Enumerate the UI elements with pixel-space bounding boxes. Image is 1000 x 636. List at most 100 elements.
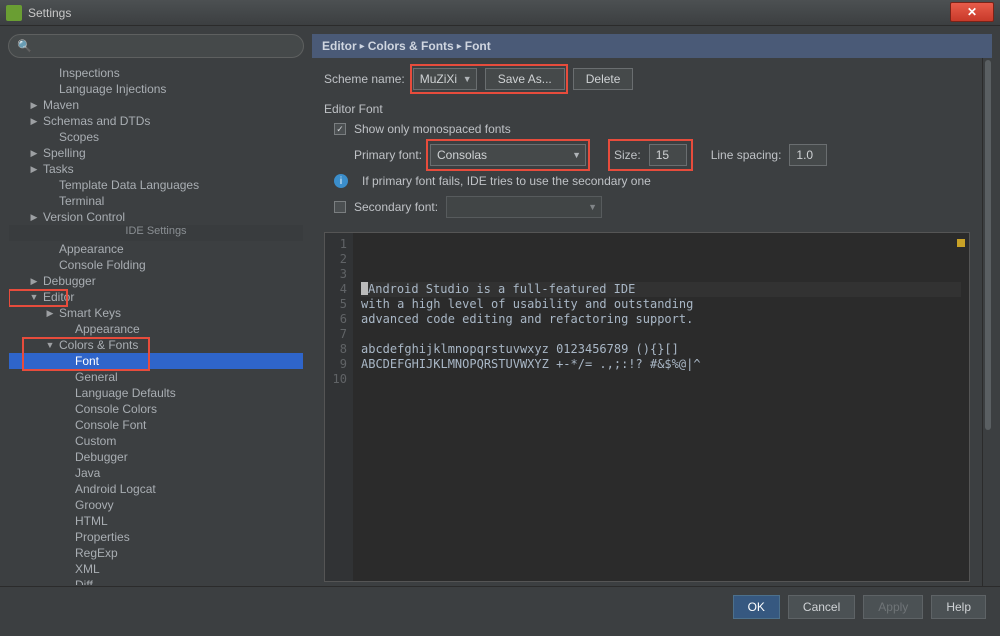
- help-button[interactable]: Help: [931, 595, 986, 619]
- tree-item-maven[interactable]: Maven: [9, 97, 303, 113]
- tree-item-debugger[interactable]: Debugger: [9, 273, 303, 289]
- tree-item-xml[interactable]: XML: [9, 561, 303, 577]
- scheme-row: Scheme name: MuZiXi ▼ Save As... Delete: [324, 68, 970, 90]
- chevron-down-icon: ▼: [588, 202, 597, 212]
- tree-arrow-icon[interactable]: [27, 273, 41, 289]
- cancel-button[interactable]: Cancel: [788, 595, 855, 619]
- scheme-name-value: MuZiXi: [420, 72, 457, 86]
- tree-item-language-injections[interactable]: Language Injections: [9, 81, 303, 97]
- tree-item-appearance[interactable]: Appearance: [9, 321, 303, 337]
- title-bar: Settings ✕: [0, 0, 1000, 26]
- tree-item-label: Tasks: [41, 161, 74, 177]
- secondary-checkbox[interactable]: ✓: [334, 201, 346, 213]
- tree-item-console-font[interactable]: Console Font: [9, 417, 303, 433]
- tree-item-label: Editor: [41, 289, 74, 305]
- size-label: Size:: [614, 148, 641, 162]
- secondary-row: ✓ Secondary font: ▼: [334, 196, 970, 218]
- tree-item-language-defaults[interactable]: Language Defaults: [9, 385, 303, 401]
- scheme-name-label: Scheme name:: [324, 72, 405, 86]
- app-icon: [6, 5, 22, 21]
- tree-item-diff[interactable]: Diff: [9, 577, 303, 585]
- chevron-right-icon: ▸: [360, 41, 365, 52]
- ok-button[interactable]: OK: [733, 595, 780, 619]
- apply-button[interactable]: Apply: [863, 595, 923, 619]
- tree-item-appearance[interactable]: Appearance: [9, 241, 303, 257]
- scheme-name-select[interactable]: MuZiXi ▼: [413, 68, 477, 90]
- size-input[interactable]: 15: [649, 144, 687, 166]
- window-title: Settings: [28, 6, 71, 20]
- tree-item-terminal[interactable]: Terminal: [9, 193, 303, 209]
- line-spacing-input[interactable]: 1.0: [789, 144, 827, 166]
- tree-item-label: RegExp: [73, 545, 118, 561]
- tree-arrow-icon[interactable]: [43, 337, 57, 353]
- tree-item-colors-fonts[interactable]: Colors & Fonts: [9, 337, 303, 353]
- tree-item-console-folding[interactable]: Console Folding: [9, 257, 303, 273]
- code-area[interactable]: Android Studio is a full-featured IDEwit…: [353, 233, 969, 581]
- tree-item-font[interactable]: Font: [9, 353, 303, 369]
- tree-arrow-icon[interactable]: [27, 145, 41, 161]
- window-close-button[interactable]: ✕: [950, 2, 994, 22]
- right-scrollbar[interactable]: [982, 58, 992, 586]
- tree-item-label: Terminal: [57, 193, 104, 209]
- tree-item-label: Scopes: [57, 129, 99, 145]
- tree-item-label: Version Control: [41, 209, 125, 225]
- settings-tree[interactable]: InspectionsLanguage InjectionsMavenSchem…: [8, 64, 304, 586]
- tree-item-label: Android Logcat: [73, 481, 156, 497]
- save-as-button[interactable]: Save As...: [485, 68, 565, 90]
- settings-pane: Scheme name: MuZiXi ▼ Save As... Delete …: [312, 58, 982, 586]
- tree-item-tasks[interactable]: Tasks: [9, 161, 303, 177]
- tree-item-groovy[interactable]: Groovy: [9, 497, 303, 513]
- tree-item-html[interactable]: HTML: [9, 513, 303, 529]
- primary-font-select[interactable]: Consolas ▼: [430, 144, 586, 166]
- secondary-font-select[interactable]: ▼: [446, 196, 602, 218]
- mono-label: Show only monospaced fonts: [354, 122, 511, 136]
- delete-button[interactable]: Delete: [573, 68, 634, 90]
- tree-item-label: Properties: [73, 529, 130, 545]
- search-field[interactable]: 🔍: [8, 34, 304, 58]
- tree-item-inspections[interactable]: Inspections: [9, 65, 303, 81]
- preview-editor: 12345678910 Android Studio is a full-fea…: [324, 232, 970, 582]
- tree-item-general[interactable]: General: [9, 369, 303, 385]
- tree-item-schemas-and-dtds[interactable]: Schemas and DTDs: [9, 113, 303, 129]
- tree-item-label: Font: [73, 353, 99, 369]
- tree-item-spelling[interactable]: Spelling: [9, 145, 303, 161]
- tree-arrow-icon[interactable]: [27, 209, 41, 225]
- chevron-down-icon: ▼: [572, 150, 581, 160]
- tree-arrow-icon[interactable]: [27, 113, 41, 129]
- warning-marker-icon: [957, 239, 965, 247]
- tree-item-android-logcat[interactable]: Android Logcat: [9, 481, 303, 497]
- search-icon: 🔍: [17, 39, 32, 53]
- info-text: If primary font fails, IDE tries to use …: [362, 174, 651, 188]
- primary-font-value: Consolas: [437, 148, 487, 162]
- chevron-right-icon: ▸: [457, 41, 462, 52]
- tree-item-console-colors[interactable]: Console Colors: [9, 401, 303, 417]
- tree-item-editor[interactable]: Editor: [9, 289, 303, 305]
- breadcrumb: Editor ▸ Colors & Fonts ▸ Font: [312, 34, 992, 58]
- tree-item-custom[interactable]: Custom: [9, 433, 303, 449]
- info-icon: i: [334, 174, 348, 188]
- tree-item-java[interactable]: Java: [9, 465, 303, 481]
- tree-item-properties[interactable]: Properties: [9, 529, 303, 545]
- tree-arrow-icon[interactable]: [27, 289, 41, 305]
- tree-item-scopes[interactable]: Scopes: [9, 129, 303, 145]
- mono-checkbox[interactable]: ✓: [334, 123, 346, 135]
- tree-item-label: Schemas and DTDs: [41, 113, 150, 129]
- tree-item-label: Console Folding: [57, 257, 146, 273]
- tree-item-label: Language Defaults: [73, 385, 176, 401]
- tree-arrow-icon[interactable]: [43, 305, 57, 321]
- breadcrumb-editor: Editor: [322, 39, 357, 53]
- tree-arrow-icon[interactable]: [27, 161, 41, 177]
- tree-item-template-data-languages[interactable]: Template Data Languages: [9, 177, 303, 193]
- tree-arrow-icon[interactable]: [27, 97, 41, 113]
- tree-item-debugger[interactable]: Debugger: [9, 449, 303, 465]
- tree-item-label: Spelling: [41, 145, 86, 161]
- search-input[interactable]: [36, 39, 295, 53]
- tree-item-label: Colors & Fonts: [57, 337, 138, 353]
- mono-row: ✓ Show only monospaced fonts: [334, 122, 970, 136]
- tree-item-smart-keys[interactable]: Smart Keys: [9, 305, 303, 321]
- tree-item-regexp[interactable]: RegExp: [9, 545, 303, 561]
- tree-item-label: Groovy: [73, 497, 114, 513]
- tree-item-version-control[interactable]: Version Control: [9, 209, 303, 225]
- chevron-down-icon: ▼: [463, 74, 472, 84]
- tree-item-label: Appearance: [73, 321, 140, 337]
